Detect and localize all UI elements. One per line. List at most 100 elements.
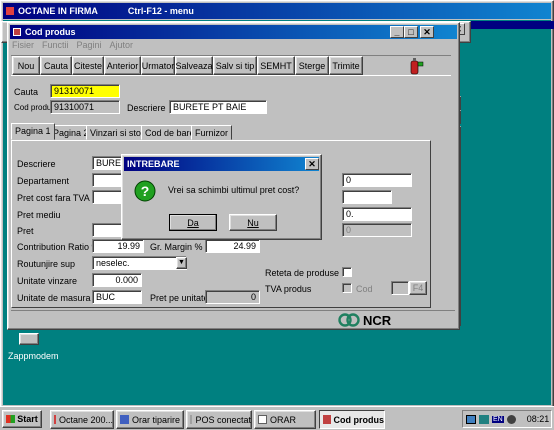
contribution-field[interactable]: 19.99 bbox=[92, 239, 144, 253]
windows-logo-icon bbox=[6, 415, 16, 423]
da-button[interactable]: Da bbox=[169, 214, 217, 231]
intrebare-dialog: INTREBARE ✕ ? Vrei sa schimbi ultimul pr… bbox=[121, 154, 322, 240]
salveaza-button[interactable]: Salveaza bbox=[175, 56, 213, 75]
svg-text:?: ? bbox=[141, 183, 150, 199]
menu-shortcut-hint: Ctrl-F12 - menu bbox=[127, 6, 194, 16]
pret-unitate-field[interactable]: 0 bbox=[205, 290, 260, 304]
dialog-title: INTREBARE bbox=[127, 159, 180, 169]
descriere-top-field[interactable]: BURETE PT BAIE bbox=[169, 100, 267, 114]
zappmodem-label[interactable]: Zappmodem bbox=[8, 351, 59, 361]
cauta-label: Cauta bbox=[14, 87, 39, 97]
nu-button[interactable]: Nu bbox=[229, 214, 277, 231]
task-cod-produs[interactable]: Cod produs bbox=[319, 410, 385, 429]
right-field-3[interactable]: 0. bbox=[342, 207, 412, 221]
extinguisher-icon[interactable] bbox=[406, 56, 424, 76]
dialog-message: Vrei sa schimbi ultimul pret cost? bbox=[168, 185, 300, 195]
question-icon: ? bbox=[134, 180, 156, 202]
close-button[interactable]: ✕ bbox=[420, 26, 434, 38]
tva-produs-label: TVA produs bbox=[265, 284, 312, 294]
tray-lang-indicator[interactable]: EN bbox=[492, 415, 504, 423]
tva-cod-field[interactable] bbox=[391, 281, 409, 295]
ncr-logo: NCR bbox=[338, 312, 391, 328]
task-orar-label: ORAR bbox=[270, 414, 297, 425]
menu-bar: Fisier Functii Pagini Ajutor bbox=[12, 40, 133, 52]
rotunjire-select[interactable]: neselec. bbox=[92, 256, 187, 270]
task-orar[interactable]: ORAR bbox=[254, 410, 316, 429]
maximize-button[interactable]: □ bbox=[404, 26, 418, 38]
unitate-masura-field[interactable]: BUC bbox=[92, 290, 142, 304]
window-icon bbox=[13, 28, 21, 36]
menu-functii[interactable]: Functii bbox=[42, 40, 69, 52]
tab-pagina-1[interactable]: Pagina 1 bbox=[11, 123, 55, 140]
task-octane-icon bbox=[54, 415, 56, 424]
task-cod-produs-label: Cod produs bbox=[333, 414, 385, 425]
gr-margin-field[interactable]: 24.99 bbox=[205, 239, 260, 253]
salv-si-tip-button[interactable]: Salv si tip bbox=[213, 56, 257, 75]
unitate-masura-label: Unitate de masura bbox=[17, 293, 91, 303]
descriere-top-label: Descriere bbox=[127, 103, 166, 113]
tva-cod-label: Cod bbox=[356, 284, 373, 294]
zappmodem-icon[interactable] bbox=[19, 333, 39, 345]
dialog-close-button[interactable]: ✕ bbox=[305, 158, 319, 170]
task-octane[interactable]: Octane 200... bbox=[50, 410, 114, 429]
contribution-label: Contribution Ratio % bbox=[17, 242, 100, 252]
tray-sound-icon[interactable] bbox=[506, 414, 516, 424]
pret-mediu-label: Pret mediu bbox=[17, 210, 61, 220]
task-cod-produs-icon bbox=[323, 415, 331, 424]
menu-pagini[interactable]: Pagini bbox=[77, 40, 102, 52]
trimite-button[interactable]: Trimite bbox=[329, 56, 363, 75]
app-icon bbox=[6, 7, 14, 15]
reteta-label: Reteta de produse bbox=[265, 268, 340, 278]
tva-cod-checkbox[interactable] bbox=[342, 283, 352, 293]
cod-produs-titlebar[interactable]: Cod produs _ □ ✕ bbox=[10, 25, 457, 39]
octane-titlebar[interactable]: OCTANE IN FIRMA Ctrl-F12 - menu bbox=[3, 3, 551, 19]
task-orar-tiparire-label: Orar tiparire bbox=[132, 414, 181, 425]
urmator-button[interactable]: Urmator bbox=[141, 56, 175, 75]
pret-label: Pret bbox=[17, 226, 34, 236]
menu-fisier[interactable]: Fisier bbox=[12, 40, 34, 52]
cauta-input[interactable]: 91310071 bbox=[50, 84, 120, 98]
taskbar: Start Octane 200... Orar tiparire POS co… bbox=[0, 406, 554, 430]
dialog-titlebar[interactable]: INTREBARE ✕ bbox=[124, 157, 319, 171]
tab-vinzari-stoc[interactable]: Vinzari si stoc bbox=[86, 125, 150, 140]
pret-cost-label: Pret cost fara TVA bbox=[17, 193, 90, 203]
rotunjire-label: Routunjire sup bbox=[17, 259, 76, 269]
menu-ajutor[interactable]: Ajutor bbox=[110, 40, 134, 52]
minimize-button[interactable]: _ bbox=[390, 26, 404, 38]
task-orar-tiparire-icon bbox=[120, 415, 129, 424]
task-pos-label: POS conectat bbox=[195, 414, 251, 425]
task-pos-conectat[interactable]: POS conectat bbox=[186, 410, 252, 429]
tab-strip: Pagina 1 Pagina 2 Vinzari si stoc Cod de… bbox=[11, 123, 431, 141]
citeste-button[interactable]: Citeste bbox=[72, 56, 104, 75]
tray-network-icon[interactable] bbox=[479, 414, 489, 424]
task-octane-label: Octane 200... bbox=[58, 414, 113, 425]
reteta-checkbox[interactable] bbox=[342, 267, 352, 277]
descriere-label: Descriere bbox=[17, 159, 56, 169]
tray-monitor-icon[interactable] bbox=[466, 414, 476, 424]
start-label: Start bbox=[17, 414, 38, 424]
pret-unitate-label: Pret pe unitate bbox=[150, 293, 209, 303]
right-field-4[interactable]: 0 bbox=[342, 223, 412, 237]
cauta-button[interactable]: Cauta bbox=[40, 56, 72, 75]
cod-produs-field[interactable]: 91310071 bbox=[50, 100, 120, 114]
right-field-1[interactable]: 0 bbox=[342, 173, 412, 187]
nou-button[interactable]: Nou bbox=[12, 56, 40, 75]
departament-label: Departament bbox=[17, 176, 70, 186]
anterior-button[interactable]: Anterior bbox=[104, 56, 141, 75]
unitate-vinzare-field[interactable]: 0.000 bbox=[92, 273, 142, 287]
sterge-button[interactable]: Sterge bbox=[295, 56, 329, 75]
clock[interactable]: 08:21 bbox=[527, 414, 550, 424]
octane-title: OCTANE IN FIRMA bbox=[18, 6, 98, 16]
start-button[interactable]: Start bbox=[2, 410, 42, 428]
task-orar-icon bbox=[258, 415, 267, 424]
unitate-vinzare-label: Unitate vinzare bbox=[17, 276, 78, 286]
system-tray: EN 08:21 bbox=[462, 410, 552, 428]
tab-cod-de-bare[interactable]: Cod de bare bbox=[141, 125, 199, 140]
right-field-2[interactable] bbox=[342, 190, 392, 204]
task-orar-tiparire[interactable]: Orar tiparire bbox=[116, 410, 184, 429]
dropdown-arrow-icon[interactable]: ▼ bbox=[176, 257, 187, 269]
semht-button[interactable]: SEMHT bbox=[257, 56, 295, 75]
ncr-text: NCR bbox=[363, 312, 392, 328]
f4-button[interactable]: F4 bbox=[409, 281, 427, 295]
tab-furnizor[interactable]: Furnizor bbox=[191, 125, 233, 140]
